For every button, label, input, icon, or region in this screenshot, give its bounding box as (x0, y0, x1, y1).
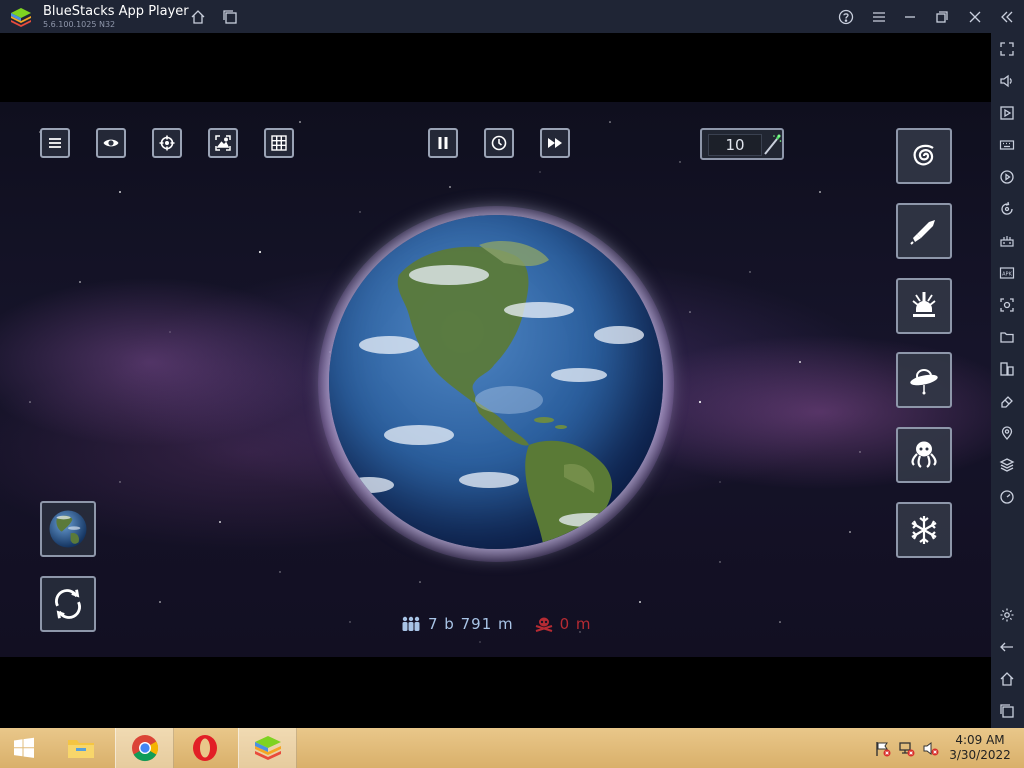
hamburger-icon (49, 138, 61, 148)
settings-icon[interactable] (998, 606, 1016, 624)
planet-thumbnail-icon (49, 510, 87, 548)
bluestacks-sidebar: APK (991, 33, 1024, 728)
refresh-icon (55, 589, 81, 619)
eye-icon (103, 139, 119, 147)
title-bar: BlueStacks App Player 5.6.100.1025 N32 (0, 0, 1024, 33)
missile-power-button[interactable] (896, 203, 952, 259)
snowflake-icon (911, 516, 937, 544)
spiral-vortex-icon (913, 144, 934, 166)
performance-icon[interactable] (998, 488, 1016, 506)
asteroid-counter[interactable]: 10 (700, 128, 784, 160)
earth-planet[interactable] (329, 215, 663, 549)
layers-icon[interactable] (998, 456, 1016, 474)
erase-icon[interactable] (998, 392, 1016, 410)
recent-apps-icon[interactable] (998, 702, 1016, 720)
taskbar-file-explorer[interactable] (58, 728, 104, 768)
location-icon[interactable] (998, 424, 1016, 442)
letterbox-top (0, 33, 991, 102)
folder-icon[interactable] (998, 328, 1016, 346)
clock-icon (491, 135, 507, 151)
grid-button[interactable] (264, 128, 294, 158)
fast-forward-button[interactable] (540, 128, 570, 158)
app-version: 5.6.100.1025 N32 (43, 20, 116, 29)
reset-planet-button[interactable] (40, 576, 96, 632)
laser-beam-icon (912, 292, 936, 317)
octopus-icon (911, 441, 937, 468)
game-viewport[interactable]: 10 7 b 791 m 0 m (0, 102, 991, 657)
back-icon[interactable] (998, 638, 1016, 656)
windows-logo-icon (14, 737, 34, 758)
folder-icon (68, 740, 94, 758)
clock-date: 3/30/2022 (949, 748, 1011, 762)
android-home-icon[interactable] (998, 670, 1016, 688)
skull-crossbones-icon (535, 617, 552, 632)
window-title: BlueStacks App Player (43, 4, 189, 19)
ufo-icon (910, 369, 938, 395)
letterbox-bottom (0, 657, 991, 728)
rotate-icon[interactable] (998, 200, 1016, 218)
landscape-picture-icon (215, 135, 231, 151)
macro-play-icon[interactable] (998, 168, 1016, 186)
laser-power-button[interactable] (896, 278, 952, 334)
grid-icon (271, 135, 287, 151)
volume-icon[interactable] (998, 72, 1016, 90)
clock-time: 4:09 AM (955, 733, 1005, 747)
game-menu-button[interactable] (40, 128, 70, 158)
fullscreen-icon[interactable] (998, 40, 1016, 58)
bluestacks-icon (254, 736, 281, 760)
magic-wand-icon (764, 134, 782, 155)
ufo-power-button[interactable] (896, 352, 952, 408)
close-icon[interactable] (965, 7, 985, 27)
people-icon (402, 616, 420, 631)
taskbar-clock[interactable]: 4:09 AM 3/30/2022 (942, 733, 1018, 763)
monster-power-button[interactable] (896, 427, 952, 483)
population-stats: 7 b 791 m 0 m (400, 612, 592, 636)
menu-icon[interactable] (869, 7, 889, 27)
minimize-icon[interactable] (900, 7, 920, 27)
chrome-icon (131, 735, 158, 762)
pause-button[interactable] (428, 128, 458, 158)
pause-icon (438, 137, 448, 149)
windows-taskbar (0, 728, 1024, 768)
media-icon[interactable] (998, 104, 1016, 122)
view-toggle-button[interactable] (96, 128, 126, 158)
home-icon[interactable] (188, 7, 208, 27)
collapse-sidebar-icon[interactable] (997, 7, 1017, 27)
action-center-flag-icon[interactable] (874, 740, 892, 758)
controls-icon[interactable] (998, 232, 1016, 250)
target-button[interactable] (152, 128, 182, 158)
speaker-muted-icon[interactable] (922, 740, 940, 758)
planet-select-button[interactable] (40, 501, 96, 557)
fast-forward-icon (548, 138, 562, 148)
screenshot-icon[interactable] (998, 296, 1016, 314)
earth-surface (344, 240, 644, 549)
maximize-icon[interactable] (932, 7, 952, 27)
taskbar-opera[interactable] (182, 728, 228, 768)
freeze-power-button[interactable] (896, 502, 952, 558)
start-button[interactable] (0, 728, 48, 768)
death-count: 0 m (559, 615, 592, 633)
help-icon[interactable] (836, 7, 856, 27)
counter-value: 10 (708, 134, 762, 156)
crosshair-icon (159, 135, 175, 151)
normal-speed-button[interactable] (484, 128, 514, 158)
bluestacks-logo-icon (10, 7, 32, 27)
multi-instance-icon[interactable] (220, 7, 240, 27)
keyboard-icon[interactable] (998, 136, 1016, 154)
opera-icon (193, 735, 217, 761)
apk-icon[interactable]: APK (998, 264, 1016, 282)
taskbar-chrome[interactable] (115, 728, 174, 768)
population-count: 7 b 791 m (428, 615, 514, 633)
black-hole-power-button[interactable] (896, 128, 952, 184)
svg-text:APK: APK (1002, 272, 1012, 278)
multi-instance-sidebar-icon[interactable] (998, 360, 1016, 378)
photo-mode-button[interactable] (208, 128, 238, 158)
taskbar-bluestacks[interactable] (238, 728, 297, 768)
missile-icon (910, 220, 935, 245)
network-icon[interactable] (898, 740, 916, 758)
